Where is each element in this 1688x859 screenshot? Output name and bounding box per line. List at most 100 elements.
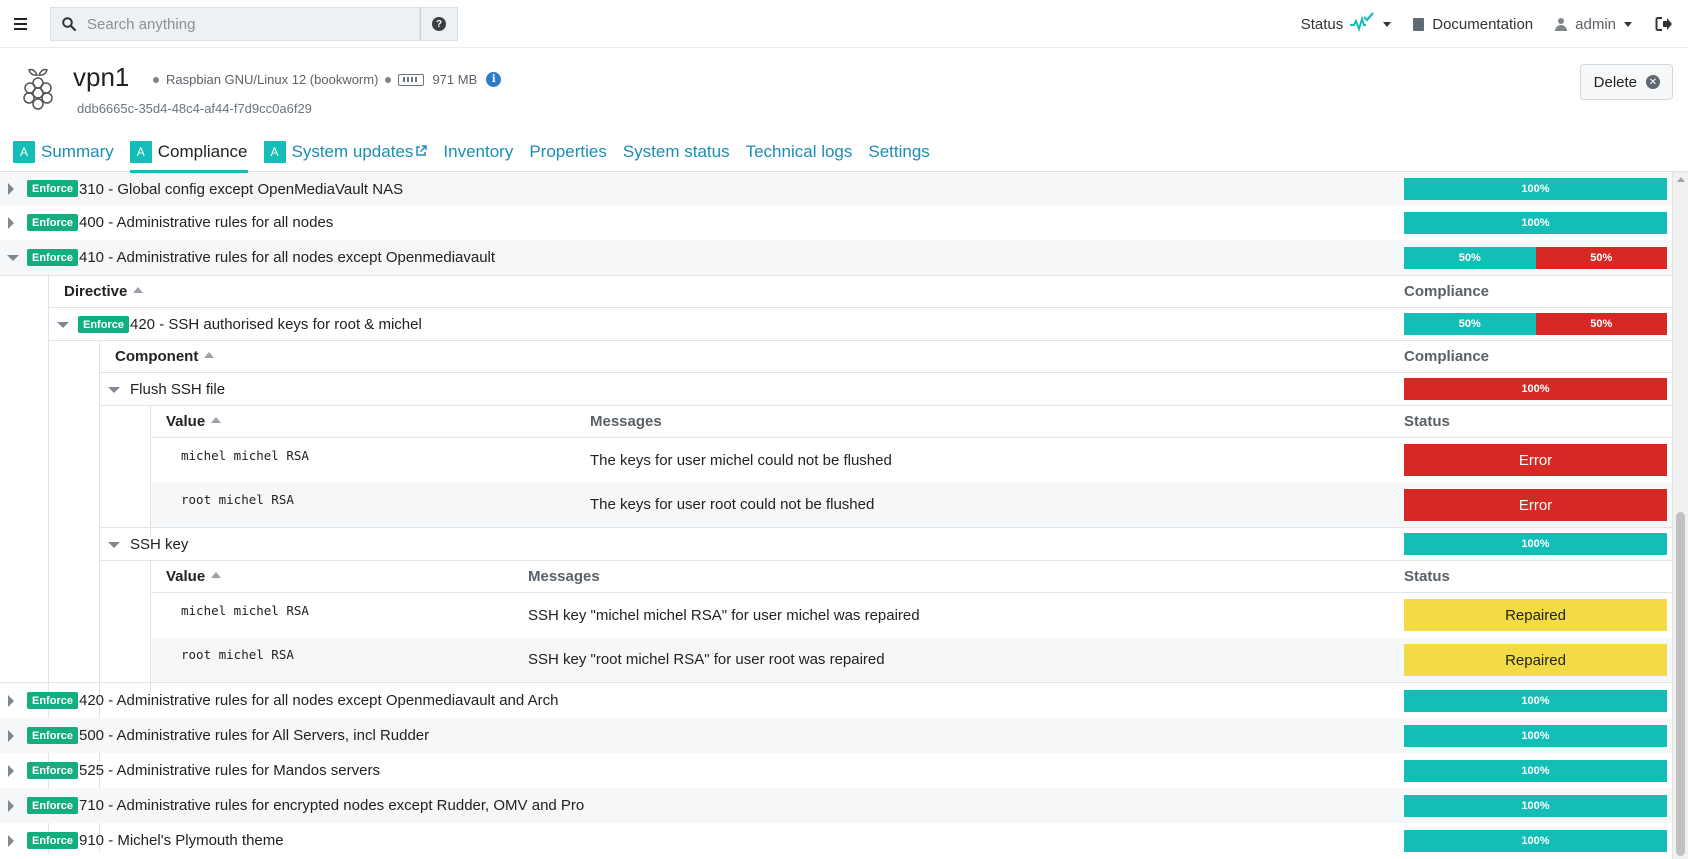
rule-row[interactable]: Enforce 400 - Administrative rules for a… xyxy=(0,205,1672,240)
delete-label: Delete xyxy=(1593,73,1637,91)
user-menu[interactable]: admin xyxy=(1555,16,1632,33)
tab-summary[interactable]: A Summary xyxy=(13,132,114,172)
value-header-row: Value Messages Status xyxy=(0,561,1672,592)
logout-icon[interactable] xyxy=(1654,14,1674,34)
vertical-scrollbar[interactable] xyxy=(1672,172,1688,859)
messages-column-header: Messages xyxy=(528,568,600,585)
rule-row[interactable]: Enforce 500 - Administrative rules for A… xyxy=(0,718,1672,753)
enforce-badge: Enforce xyxy=(27,797,78,814)
documentation-label: Documentation xyxy=(1432,15,1534,33)
compliance-segment-success: 100% xyxy=(1404,760,1667,782)
tab-label: Technical logs xyxy=(745,142,853,161)
collapse-icon[interactable] xyxy=(7,255,19,261)
compliance-column-header: Compliance xyxy=(1404,348,1490,365)
compliance-bar: 100% xyxy=(1404,690,1667,712)
status-badge: Repaired xyxy=(1404,599,1667,631)
collapse-icon[interactable] xyxy=(57,322,69,328)
compliance-bar: 100% xyxy=(1404,725,1667,747)
directive-header-row: Directive Compliance xyxy=(0,276,1672,307)
component-row[interactable]: Flush SSH file 100% xyxy=(0,373,1672,405)
rule-row[interactable]: Enforce 310 - Global config except OpenM… xyxy=(0,173,1672,205)
separator-dot xyxy=(385,76,392,83)
tab-compliance[interactable]: A Compliance xyxy=(129,132,248,173)
expand-icon[interactable] xyxy=(8,765,14,777)
value-column-header[interactable]: Value xyxy=(166,413,222,430)
enforce-badge: Enforce xyxy=(27,727,78,744)
sort-asc-icon xyxy=(133,287,144,294)
rule-name: 910 - Michel's Plymouth theme xyxy=(79,832,284,849)
tab-label: Properties xyxy=(529,142,607,161)
book-icon xyxy=(1413,17,1425,31)
tab-label: Compliance xyxy=(157,142,248,161)
compliance-segment-error: 50% xyxy=(1535,313,1667,335)
search-bar xyxy=(50,7,420,41)
node-name: vpn1 xyxy=(73,62,130,92)
directive-row[interactable]: Enforce 420 - SSH authorised keys for ro… xyxy=(48,308,1672,340)
collapse-icon[interactable] xyxy=(108,542,120,548)
value-row: root michel RSA The keys for user root c… xyxy=(151,483,1672,527)
tab-technical-logs[interactable]: Technical logs xyxy=(746,132,853,172)
raspberry-pi-logo-icon xyxy=(19,66,57,112)
status-menu[interactable]: Status xyxy=(1301,12,1392,36)
enforce-badge: Enforce xyxy=(27,249,78,266)
separator-dot xyxy=(153,76,159,83)
chevron-down-icon xyxy=(1383,21,1392,27)
menu-toggle-icon[interactable] xyxy=(8,12,32,36)
value-text: root michel RSA xyxy=(181,492,294,507)
tab-inventory[interactable]: Inventory xyxy=(443,132,513,172)
scroll-up-arrow-icon[interactable] xyxy=(1677,177,1685,182)
rule-row[interactable]: Enforce 910 - Michel's Plymouth theme 10… xyxy=(0,823,1672,858)
sort-asc-icon xyxy=(204,352,215,359)
expand-icon[interactable] xyxy=(8,695,14,707)
value-text: root michel RSA xyxy=(181,647,294,662)
heartbeat-check-icon xyxy=(1349,12,1375,36)
tab-system-updates[interactable]: A System updates xyxy=(263,132,428,172)
rule-row[interactable]: Enforce 420 - Administrative rules for a… xyxy=(0,683,1672,718)
search-input[interactable] xyxy=(87,15,407,33)
search-help-button[interactable]: ? xyxy=(420,7,458,41)
compliance-segment-error: 50% xyxy=(1535,247,1667,269)
status-badge: Error xyxy=(1404,489,1667,521)
tab-properties[interactable]: Properties xyxy=(529,132,606,172)
tab-system-status[interactable]: System status xyxy=(623,132,730,172)
compliance-segment-success: 100% xyxy=(1404,830,1667,852)
tab-label: Settings xyxy=(868,142,930,161)
expand-icon[interactable] xyxy=(8,730,14,742)
message-text: The keys for user root could not be flus… xyxy=(590,496,875,513)
chevron-down-icon xyxy=(1624,21,1632,27)
directive-column-header[interactable]: Directive xyxy=(64,283,144,300)
status-badge: Error xyxy=(1404,444,1667,476)
search-icon[interactable] xyxy=(51,8,87,40)
compliance-segment-success: 100% xyxy=(1404,212,1667,234)
tab-badge: A xyxy=(263,141,286,163)
compliance-segment-success: 100% xyxy=(1404,533,1667,555)
tab-settings[interactable]: Settings xyxy=(868,132,929,172)
component-name: SSH key xyxy=(130,535,189,553)
component-row[interactable]: SSH key 100% xyxy=(0,528,1672,560)
documentation-link[interactable]: Documentation xyxy=(1413,16,1533,33)
rule-row[interactable]: Enforce 710 - Administrative rules for e… xyxy=(0,788,1672,823)
value-column-header[interactable]: Value xyxy=(166,568,222,585)
expand-icon[interactable] xyxy=(8,217,14,229)
compliance-segment-success: 50% xyxy=(1404,313,1536,335)
info-icon[interactable]: i xyxy=(486,72,502,87)
rule-row[interactable]: Enforce 525 - Administrative rules for M… xyxy=(0,753,1672,788)
node-details: Raspbian GNU/Linux 12 (bookworm) 971 MB … xyxy=(146,72,502,87)
message-text: The keys for user michel could not be fl… xyxy=(590,452,892,469)
component-column-header[interactable]: Component xyxy=(115,348,215,365)
rule-name: 310 - Global config except OpenMediaVaul… xyxy=(79,180,404,198)
value-text: michel michel RSA xyxy=(181,448,309,463)
rule-name: 410 - Administrative rules for all nodes… xyxy=(79,249,496,266)
collapse-icon[interactable] xyxy=(108,387,120,393)
rule-row-expanded[interactable]: Enforce 410 - Administrative rules for a… xyxy=(0,240,1672,275)
node-id: ddb6665c-35d4-48c4-af44-f7d9cc0a6f29 xyxy=(77,101,312,116)
scroll-thumb[interactable] xyxy=(1676,512,1685,856)
expand-icon[interactable] xyxy=(8,183,14,195)
expand-icon[interactable] xyxy=(8,835,14,847)
compliance-bar: 100% xyxy=(1404,378,1667,400)
expand-icon[interactable] xyxy=(8,800,14,812)
enforce-badge: Enforce xyxy=(27,214,78,231)
delete-button[interactable]: Delete ✕ xyxy=(1579,64,1673,100)
compliance-bar: 100% xyxy=(1404,795,1667,817)
compliance-bar: 100% xyxy=(1404,760,1667,782)
